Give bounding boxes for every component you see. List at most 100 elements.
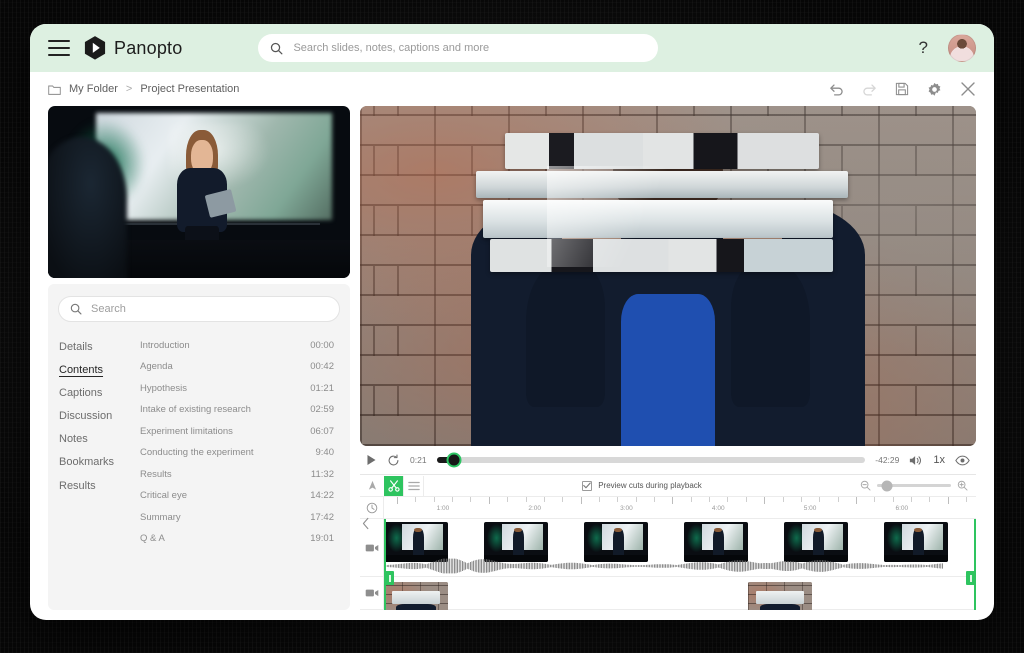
trim-start-line[interactable] [384,519,386,610]
close-button[interactable] [960,81,976,97]
replay-button[interactable] [387,454,400,467]
timeline-thumbnail[interactable] [784,522,848,562]
cursor-tool-icon[interactable] [368,480,377,491]
ruler-minor-tick [727,497,728,502]
brand[interactable]: Panopto [84,36,182,60]
playback-rate-button[interactable]: 1x [933,454,945,466]
ruler-minor-tick [691,497,692,502]
sidebar-search-input[interactable] [89,302,328,316]
timeline-thumbnail[interactable] [884,522,948,562]
ruler-minor-tick [819,497,820,502]
undo-button[interactable] [829,83,844,96]
list-item[interactable]: Introduction 00:00 [138,336,340,356]
trim-end-handle[interactable] [966,571,975,585]
timeline-zoom-slider[interactable] [877,484,951,487]
editor-actions [829,81,976,97]
global-search[interactable] [258,34,658,62]
video-camera-icon[interactable] [360,577,383,610]
list-item[interactable]: Q & A 19:01 [138,529,340,549]
table-row[interactable] [384,577,976,610]
editor-body: Details Contents Captions Discussion Not… [30,106,994,620]
progress-handle[interactable] [446,453,461,468]
ruler-minor-tick [709,497,710,502]
help-button[interactable]: ? [913,38,934,58]
timeline-track-area[interactable] [384,519,976,610]
timeline-toolbar: Preview cuts during playback [360,475,976,497]
sidebar-search[interactable] [58,296,340,322]
search-input[interactable] [291,41,646,55]
sidebar-panel: Details Contents Captions Discussion Not… [48,284,350,610]
timeline-collapse-wrapper [360,519,374,533]
video-track-1-thumbnails [384,522,976,562]
timeline-thumbnail[interactable] [384,522,448,562]
timeline-zoom-handle[interactable] [882,480,893,491]
ruler-minor-tick [470,497,471,502]
list-item[interactable]: Conducting the experiment 9:40 [138,443,340,463]
contents-title: Hypothesis [140,384,187,394]
redo-button[interactable] [862,83,877,96]
contents-time: 9:40 [316,448,335,458]
list-tool-button[interactable] [404,476,424,496]
video-player-stage[interactable] [360,106,976,446]
contents-time: 02:59 [310,405,334,415]
audio-waveform[interactable] [384,558,944,574]
play-icon [366,454,377,466]
ruler-minor-tick [415,497,416,502]
progress-bar[interactable] [437,457,866,463]
timeline-clock-button[interactable] [360,497,384,518]
sidebar-item-discussion[interactable]: Discussion [58,405,130,427]
clock-icon [366,502,378,514]
zoom-in-icon[interactable] [957,480,968,491]
timeline-ruler-strip[interactable]: 1:002:003:004:005:006:00 [384,497,976,518]
list-item[interactable]: Hypothesis 01:21 [138,379,340,399]
sidebar-item-details[interactable]: Details [58,336,130,358]
ruler-minor-tick [544,497,545,502]
timeline-thumbnail[interactable] [584,522,648,562]
ruler-minor-tick [783,497,784,502]
device-frame: Panopto ? My Folder > Project Presentati… [0,0,1024,653]
list-item[interactable]: Results 11:32 [138,465,340,485]
ruler-minor-tick [838,497,839,502]
preview-cuts-group: Preview cuts during playback [424,481,860,491]
app-window: Panopto ? My Folder > Project Presentati… [30,24,994,620]
sidebar-item-bookmarks[interactable]: Bookmarks [58,451,130,473]
settings-button[interactable] [927,82,942,97]
list-item[interactable]: Critical eye 14:22 [138,486,340,506]
table-row[interactable] [384,519,976,577]
ruler-minor-tick [746,497,747,502]
ruler-minor-tick [526,497,527,502]
contents-title: Experiment limitations [140,427,233,437]
contents-title: Intake of existing research [140,405,251,415]
trim-end-line[interactable] [974,519,976,610]
presenter-preview[interactable] [48,106,350,278]
preview-cuts-checkbox[interactable] [582,481,592,491]
timeline-thumbnail[interactable] [384,582,448,610]
chevron-left-icon[interactable] [362,517,370,535]
visibility-button[interactable] [955,455,970,466]
cut-tool-button[interactable] [384,476,404,496]
volume-button[interactable] [909,454,923,467]
sidebar-item-captions[interactable]: Captions [58,382,130,404]
list-item[interactable]: Agenda 00:42 [138,357,340,377]
breadcrumb-root[interactable]: My Folder [69,83,118,95]
avatar[interactable] [948,34,976,62]
sidebar-item-notes[interactable]: Notes [58,428,130,450]
list-item[interactable]: Summary 17:42 [138,508,340,528]
ruler-minor-tick [452,497,453,502]
play-button[interactable] [366,454,377,466]
ruler-major-tick [856,497,857,504]
save-button[interactable] [895,82,909,96]
sidebar-item-results[interactable]: Results [58,475,130,497]
list-item[interactable]: Experiment limitations 06:07 [138,422,340,442]
timeline-thumbnail[interactable] [684,522,748,562]
timeline-thumbnail[interactable] [748,582,812,610]
sidebar-item-contents[interactable]: Contents [58,359,130,381]
ruler-minor-tick [434,497,435,502]
contents-title: Introduction [140,341,190,351]
timeline-thumbnail[interactable] [484,522,548,562]
hamburger-icon[interactable] [48,40,70,56]
breadcrumb-current[interactable]: Project Presentation [140,83,239,95]
trim-start-handle[interactable] [385,571,394,585]
list-item[interactable]: Intake of existing research 02:59 [138,400,340,420]
zoom-out-icon[interactable] [860,480,871,491]
